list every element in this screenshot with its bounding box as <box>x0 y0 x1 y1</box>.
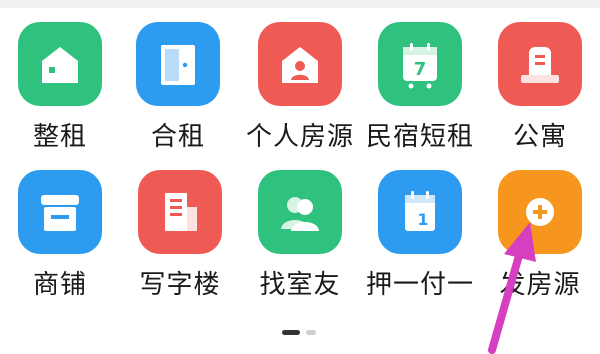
grid-item-homestay[interactable]: 7 民宿短租 <box>360 22 480 172</box>
door-icon <box>136 22 220 106</box>
grid-item-label: 整租 <box>32 122 87 152</box>
top-divider <box>0 0 600 8</box>
svg-text:1: 1 <box>417 210 428 229</box>
calendar-1-icon: 1 <box>378 170 462 254</box>
office-building-icon <box>138 170 222 254</box>
person-house-icon <box>258 22 342 106</box>
grid-item-label: 押一付一 <box>365 270 474 300</box>
grid-item-label: 商铺 <box>32 270 87 300</box>
plus-icon <box>498 170 582 254</box>
roommates-icon <box>258 170 342 254</box>
grid-item-label: 找室友 <box>259 270 341 300</box>
page-indicator <box>282 330 322 336</box>
grid-item-label: 发房源 <box>499 270 581 300</box>
grid-item-post-listing[interactable]: 发房源 <box>480 170 600 320</box>
grid-item-whole-rent[interactable]: 整租 <box>0 22 120 172</box>
grid-item-label: 合租 <box>150 122 205 152</box>
shop-icon <box>18 170 102 254</box>
building-icon <box>498 22 582 106</box>
grid-item-personal-listing[interactable]: 个人房源 <box>240 22 360 172</box>
grid-item-label: 民宿短租 <box>365 122 474 152</box>
grid-item-shop[interactable]: 商铺 <box>0 170 120 320</box>
grid-item-shared-rent[interactable]: 合租 <box>118 22 238 172</box>
grid-item-deposit-one-pay-one[interactable]: 1 押一付一 <box>360 170 480 320</box>
grid-item-label: 公寓 <box>512 122 567 152</box>
grid-item-apartment[interactable]: 公寓 <box>480 22 600 172</box>
page-dot <box>306 330 316 335</box>
calendar-7-icon: 7 <box>378 22 462 106</box>
house-icon <box>18 22 102 106</box>
grid-item-label: 个人房源 <box>245 122 354 152</box>
page-dot-active <box>282 330 300 335</box>
grid-item-find-roommate[interactable]: 找室友 <box>240 170 360 320</box>
svg-text:7: 7 <box>414 59 427 80</box>
grid-item-label: 写字楼 <box>139 270 221 300</box>
grid-item-office[interactable]: 写字楼 <box>120 170 240 320</box>
